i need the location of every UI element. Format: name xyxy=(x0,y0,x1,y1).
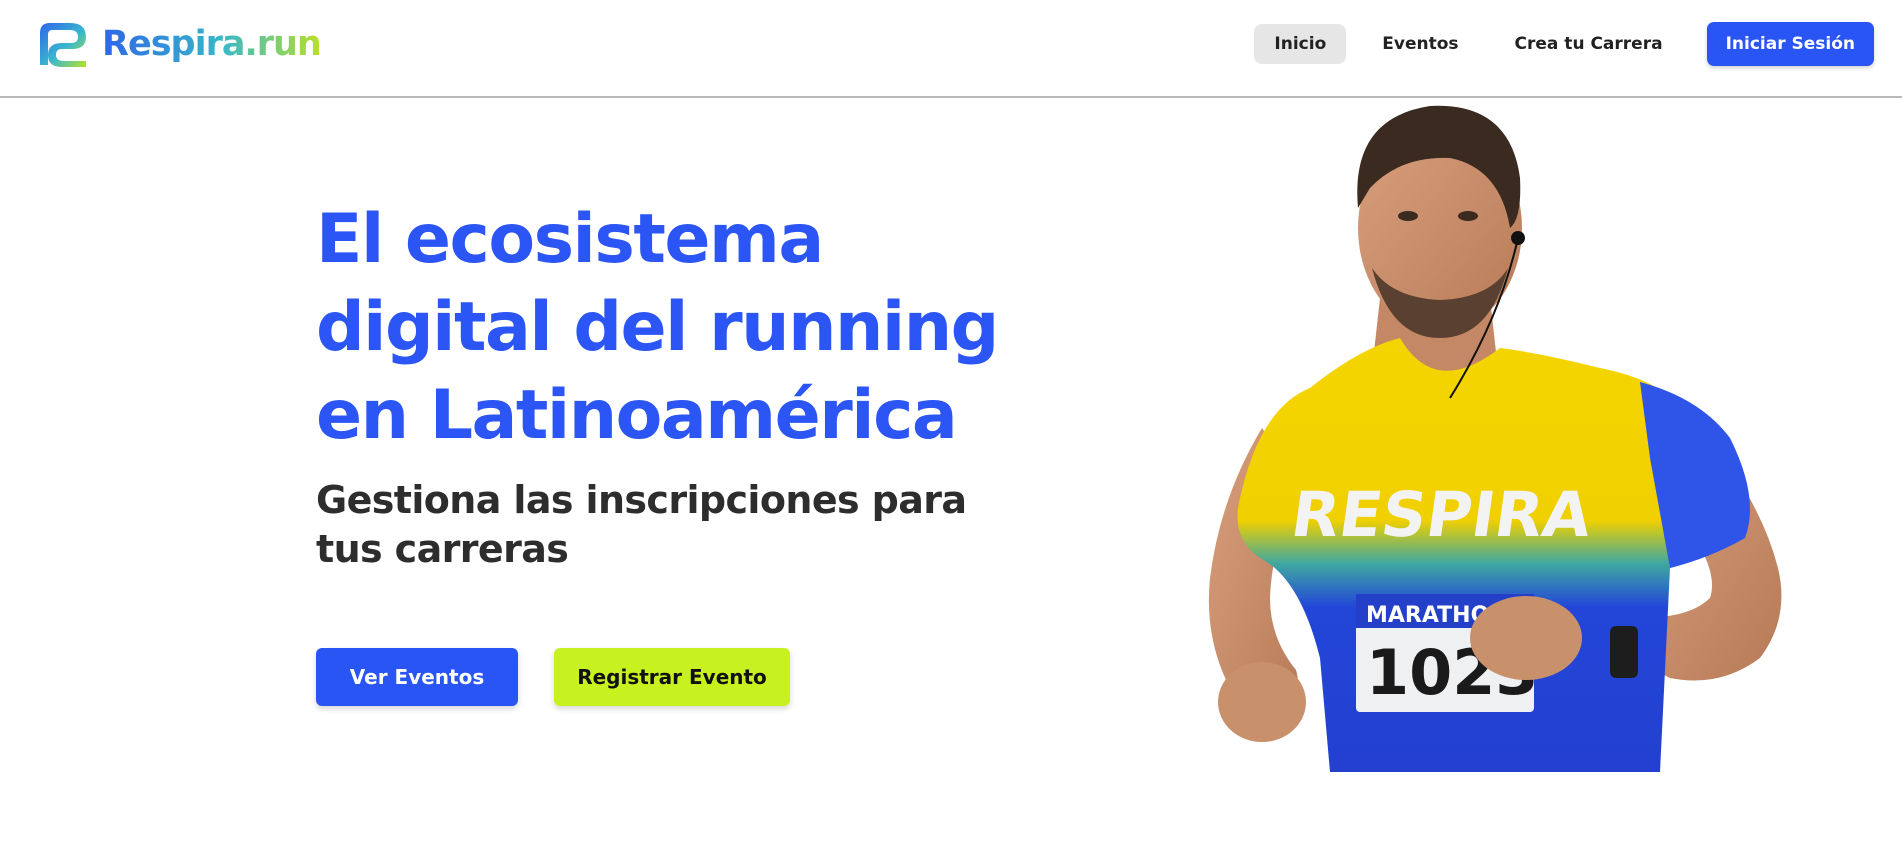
hero-title: El ecosistema digital del running en Lat… xyxy=(316,196,1036,460)
login-button[interactable]: Iniciar Sesión xyxy=(1706,22,1874,66)
nav-inicio[interactable]: Inicio xyxy=(1254,24,1347,64)
runner-hero-image: RESPIRA MARATHON 1023 xyxy=(1208,105,1782,772)
shirt-text: RESPIRA xyxy=(1287,478,1596,551)
hero-title-line-3: en Latinoamérica xyxy=(316,376,958,455)
ver-eventos-button[interactable]: Ver Eventos xyxy=(316,648,518,706)
main-nav: Inicio Eventos Crea tu Carrera Iniciar S… xyxy=(1238,22,1874,66)
nav-crea-tu-carrera[interactable]: Crea tu Carrera xyxy=(1495,24,1683,64)
hero-cta-group: Ver Eventos Registrar Evento xyxy=(316,648,790,706)
hero-title-line-1: El ecosistema xyxy=(316,200,824,279)
logo-link[interactable]: Respira.run xyxy=(36,19,322,69)
nav-eventos[interactable]: Eventos xyxy=(1362,24,1478,64)
smartwatch xyxy=(1610,626,1638,678)
site-header: Respira.run Inicio Eventos Crea tu Carre… xyxy=(0,0,1902,98)
registrar-evento-button[interactable]: Registrar Evento xyxy=(554,648,790,706)
logo-text: Respira.run xyxy=(102,23,322,64)
hero-subtitle-line-1: Gestiona las inscripciones para xyxy=(316,478,967,522)
runner-right-hand xyxy=(1470,596,1582,680)
respira-logo-icon xyxy=(40,23,86,67)
hero-subtitle-line-2: tus carreras xyxy=(316,527,569,571)
runner-left-fist xyxy=(1218,662,1306,742)
hero-subtitle: Gestiona las inscripciones para tus carr… xyxy=(316,476,996,574)
hero-title-line-2: digital del running xyxy=(316,288,999,367)
